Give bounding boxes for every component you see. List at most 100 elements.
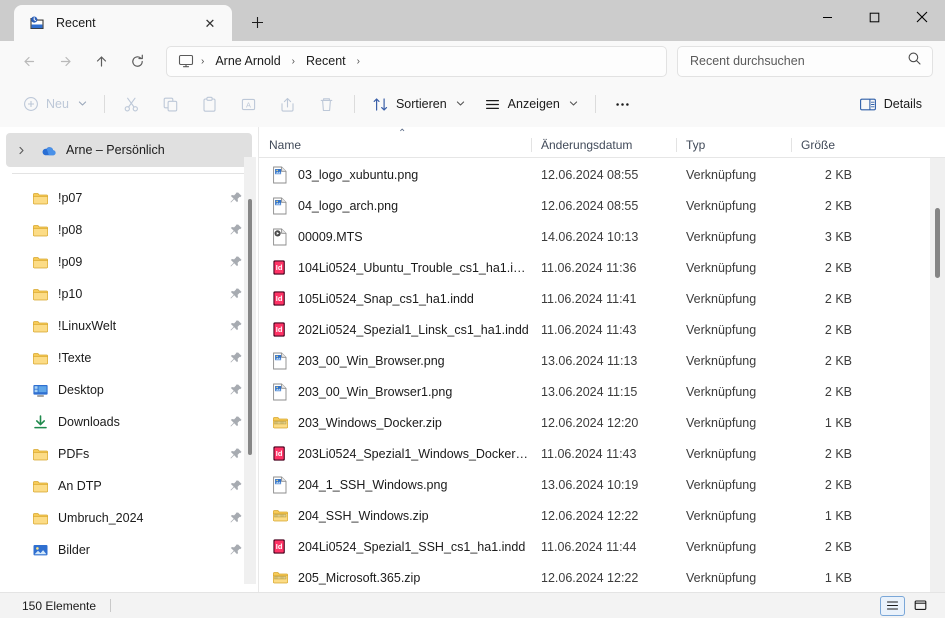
sort-button[interactable]: Sortieren <box>363 88 474 120</box>
sidebar-item-label: !Texte <box>58 351 92 365</box>
file-name-cell[interactable]: 203_Windows_Docker.zip <box>259 414 531 432</box>
table-row[interactable]: 204_SSH_Windows.zip 12.06.2024 12:22 Verkn… <box>259 500 945 531</box>
sidebar-item-umbruch-2024[interactable]: Umbruch_2024 <box>6 502 252 534</box>
list-view-button[interactable] <box>880 595 905 616</box>
back-button[interactable] <box>12 45 46 77</box>
refresh-button[interactable] <box>120 45 154 77</box>
share-button[interactable] <box>269 88 307 120</box>
view-button[interactable]: Anzeigen <box>475 88 587 120</box>
pin-icon[interactable] <box>228 223 244 237</box>
file-name-cell[interactable]: Id 202Li0524_Spezial1_Linsk_cs1_ha1.indd <box>259 321 531 339</box>
table-row[interactable]: 203_00_Win_Browser1.png 13.06.2024 11:15 V… <box>259 376 945 407</box>
cut-button[interactable] <box>113 88 151 120</box>
sidebar-scrollbar-track[interactable] <box>244 157 256 584</box>
file-name-cell[interactable]: 204_1_SSH_Windows.png <box>259 476 531 494</box>
pin-icon[interactable] <box>228 287 244 301</box>
pin-icon[interactable] <box>228 319 244 333</box>
file-name-cell[interactable]: 03_logo_xubuntu.png <box>259 166 531 184</box>
table-row[interactable]: 00009.MTS 14.06.2024 10:13 Verknüpfung 3 KB <box>259 221 945 252</box>
table-row[interactable]: Id 203Li0524_Spezial1_Windows_Docker_cs1.… <box>259 438 945 469</box>
chevron-right-icon-2[interactable]: › <box>355 56 362 67</box>
pin-icon[interactable] <box>228 351 244 365</box>
file-name-cell[interactable]: 203_00_Win_Browser1.png <box>259 383 531 401</box>
sidebar-item-p08[interactable]: !p08 <box>6 214 252 246</box>
close-icon[interactable]: ✕ <box>198 11 222 35</box>
file-type-cell: Verknüpfung <box>686 353 757 368</box>
table-row[interactable]: Id 104Li0524_Ubuntu_Trouble_cs1_ha1.indd 1… <box>259 252 945 283</box>
copy-button[interactable] <box>152 88 190 120</box>
file-name-cell[interactable]: 203_00_Win_Browser.png <box>259 352 531 370</box>
column-header-size[interactable]: Größe <box>791 138 876 152</box>
table-row[interactable]: Id 105Li0524_Snap_cs1_ha1.indd 11.06.2024 … <box>259 283 945 314</box>
sidebar-item-p09[interactable]: !p09 <box>6 246 252 278</box>
breadcrumb[interactable]: › Arne Arnold › Recent › <box>166 45 667 77</box>
delete-button[interactable] <box>308 88 346 120</box>
search-icon[interactable] <box>907 51 922 71</box>
sidebar-item-downloads[interactable]: Downloads <box>6 406 252 438</box>
search-box[interactable] <box>677 45 933 77</box>
new-tab-button[interactable] <box>240 5 274 39</box>
pin-icon[interactable] <box>228 479 244 493</box>
sidebar-item-texte[interactable]: !Texte <box>6 342 252 374</box>
paste-button[interactable] <box>191 88 229 120</box>
table-row[interactable]: 204_1_SSH_Windows.png 13.06.2024 10:19 Ver… <box>259 469 945 500</box>
file-type-cell: Verknüpfung <box>686 167 757 182</box>
maximize-button[interactable] <box>851 0 898 34</box>
table-row[interactable]: 03_logo_xubuntu.png 12.06.2024 08:55 Verkn… <box>259 159 945 190</box>
file-name-cell[interactable]: 204_SSH_Windows.zip <box>259 507 531 525</box>
pin-icon[interactable] <box>228 447 244 461</box>
sidebar-item-desktop[interactable]: Desktop <box>6 374 252 406</box>
file-name-cell[interactable]: Id 204Li0524_Spezial1_SSH_cs1_ha1.indd <box>259 538 531 556</box>
file-list-scrollbar-track[interactable] <box>930 158 945 592</box>
file-name-cell[interactable]: Id 105Li0524_Snap_cs1_ha1.indd <box>259 290 531 308</box>
rename-button[interactable]: A <box>230 88 268 120</box>
file-name-label: 04_logo_arch.png <box>298 198 399 213</box>
pin-icon[interactable] <box>228 415 244 429</box>
file-name-cell[interactable]: 205_Microsoft.365.zip <box>259 569 531 587</box>
sidebar-scrollbar-thumb[interactable] <box>248 199 252 455</box>
forward-button[interactable] <box>48 45 82 77</box>
tab-recent[interactable]: Recent ✕ <box>14 5 232 41</box>
chevron-down-icon-view[interactable] <box>569 99 578 110</box>
table-row[interactable]: Id 202Li0524_Spezial1_Linsk_cs1_ha1.indd 1… <box>259 314 945 345</box>
pin-icon[interactable] <box>228 191 244 205</box>
pin-icon[interactable] <box>228 543 244 557</box>
sidebar-item-p07[interactable]: !p07 <box>6 182 252 214</box>
new-button[interactable]: Neu <box>14 88 96 120</box>
chevron-down-icon-new[interactable] <box>78 99 87 110</box>
more-options-button[interactable] <box>604 88 642 120</box>
table-row[interactable]: 203_00_Win_Browser.png 13.06.2024 11:13 Ve… <box>259 345 945 376</box>
details-pane-button[interactable]: Details <box>850 88 931 120</box>
file-name-cell[interactable]: 04_logo_arch.png <box>259 197 531 215</box>
sidebar-item-bilder[interactable]: Bilder <box>6 534 252 566</box>
window-close-button[interactable] <box>898 0 945 34</box>
file-name-cell[interactable]: Id 104Li0524_Ubuntu_Trouble_cs1_ha1.indd <box>259 259 531 277</box>
pin-icon[interactable] <box>228 255 244 269</box>
sidebar-item-pdfs[interactable]: PDFs <box>6 438 252 470</box>
search-input[interactable] <box>690 54 907 68</box>
up-button[interactable] <box>84 45 118 77</box>
table-row[interactable]: Id 204Li0524_Spezial1_SSH_cs1_ha1.indd 11.… <box>259 531 945 562</box>
sidebar-item-an-dtp[interactable]: An DTP <box>6 470 252 502</box>
details-view-button[interactable] <box>908 596 933 616</box>
pin-icon[interactable] <box>228 511 244 525</box>
column-header-date[interactable]: Änderungsdatum <box>531 138 676 152</box>
sidebar-item-linuxwelt[interactable]: !LinuxWelt <box>6 310 252 342</box>
file-list-scrollbar-thumb[interactable] <box>935 208 940 278</box>
file-name-cell[interactable]: Id 203Li0524_Spezial1_Windows_Docker_cs1.… <box>259 445 531 463</box>
minimize-button[interactable] <box>804 0 851 34</box>
pin-icon[interactable] <box>228 383 244 397</box>
column-header-name[interactable]: Name <box>259 138 531 152</box>
column-header-type[interactable]: Typ <box>676 138 791 152</box>
table-row[interactable]: 203_Windows_Docker.zip 12.06.2024 12:20 Ve… <box>259 407 945 438</box>
file-name-cell[interactable]: 00009.MTS <box>259 228 531 246</box>
desktop-icon <box>30 382 50 399</box>
sidebar-item-p10[interactable]: !p10 <box>6 278 252 310</box>
breadcrumb-item-0[interactable]: Arne Arnold <box>208 51 287 71</box>
sidebar-item-onedrive[interactable]: Arne – Persönlich <box>6 133 252 167</box>
table-row[interactable]: 04_logo_arch.png 12.06.2024 08:55 Verknüpf… <box>259 190 945 221</box>
chevron-down-icon-sort[interactable] <box>456 99 465 110</box>
table-row[interactable]: 205_Microsoft.365.zip 12.06.2024 12:22 Ver… <box>259 562 945 592</box>
breadcrumb-item-1[interactable]: Recent <box>299 51 353 71</box>
chevron-right-icon-onedrive[interactable] <box>12 146 30 155</box>
